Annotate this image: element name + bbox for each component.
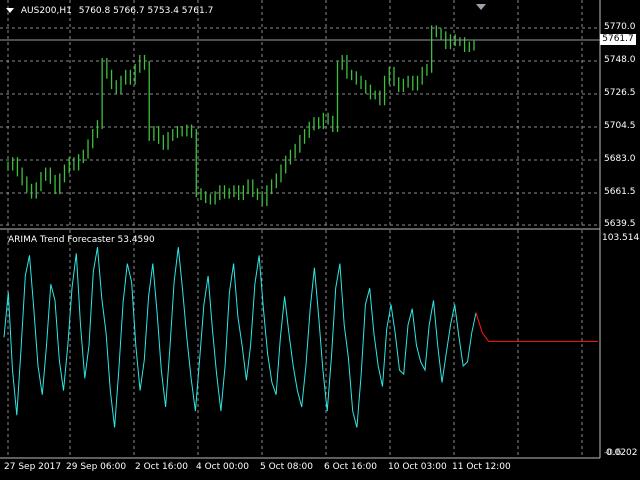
time-axis-label: 6 Oct 16:00 xyxy=(324,462,377,472)
indicator-axis-top: 103.5142 xyxy=(602,233,640,243)
forecast-series xyxy=(475,312,598,342)
time-axis-label: 5 Oct 08:00 xyxy=(260,462,313,472)
symbol-label: AUS200,H1 xyxy=(20,6,72,16)
time-axis-label: 10 Oct 03:00 xyxy=(388,462,447,472)
price-axis-label: 5770.0 xyxy=(604,22,636,32)
chart-header: AUS200,H1 5760.8 5766.7 5753.4 5761.7 xyxy=(6,6,213,16)
chevron-down-icon[interactable] xyxy=(6,8,14,13)
time-axis-label: 27 Sep 2017 xyxy=(4,462,62,472)
time-axis-label: 4 Oct 00:00 xyxy=(196,462,249,472)
ohlc-values: 5760.8 5766.7 5753.4 5761.7 xyxy=(78,6,214,16)
price-axis-label: 5661.5 xyxy=(604,187,636,197)
price-axis-label: 5726.5 xyxy=(604,88,636,98)
price-axis-label: 5639.5 xyxy=(604,219,636,229)
forecast-line xyxy=(475,312,598,342)
time-axis-label: 2 Oct 16:00 xyxy=(135,462,188,472)
indicator-line xyxy=(3,247,477,428)
price-axis-label: 5683.0 xyxy=(604,154,636,164)
price-axis-label: 5748.0 xyxy=(604,55,636,65)
main-grid xyxy=(0,0,600,228)
price-axis-label: 5704.5 xyxy=(604,121,636,131)
indicator-title: ARIMA Trend Forecaster 53.4590 xyxy=(8,235,155,245)
price-series xyxy=(7,25,475,207)
scroll-marker-icon[interactable] xyxy=(476,4,486,10)
current-price-badge: 5761.7 xyxy=(600,34,636,45)
indicator-series xyxy=(3,247,477,428)
indicator-axis-bottom-overlay: -0.6 xyxy=(604,448,622,458)
time-axis-label: 11 Oct 12:00 xyxy=(452,462,511,472)
time-axis-label: 29 Sep 06:00 xyxy=(66,462,127,472)
indicator-grid xyxy=(7,230,583,457)
